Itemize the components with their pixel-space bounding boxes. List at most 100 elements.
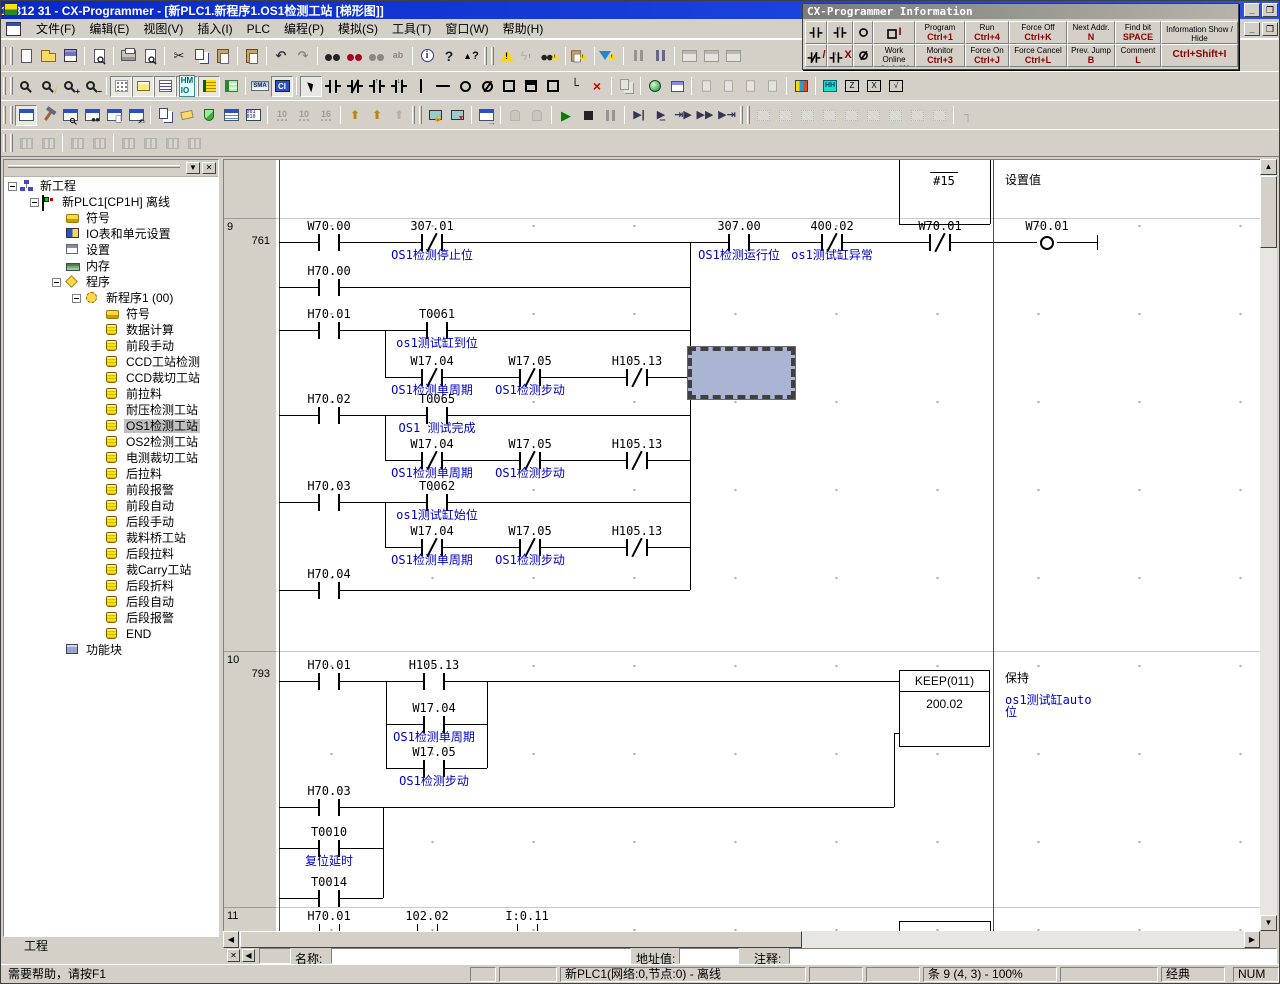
play-button[interactable]: ▶ [555, 105, 577, 126]
toolbar-grip[interactable] [3, 134, 6, 152]
minimize-button[interactable]: _ [1244, 3, 1260, 17]
contact-nc-button[interactable] [344, 76, 366, 97]
contact-H70.03[interactable] [318, 494, 340, 511]
vertical-button[interactable] [410, 76, 432, 97]
window-001-button[interactable]: 001010 [242, 105, 264, 126]
toolbar-grip[interactable] [3, 106, 6, 124]
tree-item-裁Carry工站[interactable]: 裁Carry工站 [4, 562, 218, 578]
sma-table-button[interactable]: SMA [249, 76, 271, 97]
copy-button[interactable] [190, 45, 212, 66]
up-yellow2-button[interactable]: ⬆ [366, 105, 388, 126]
menu-item-2[interactable]: 视图(V) [136, 20, 190, 38]
tree-item-符号[interactable]: 符号 [4, 306, 218, 322]
coil-button[interactable] [454, 76, 476, 97]
window-binoc-button[interactable] [81, 105, 103, 126]
save-disk-button[interactable] [59, 45, 81, 66]
step3-button[interactable]: ⇥▶ [672, 105, 694, 126]
tree-expand-icon[interactable] [52, 278, 61, 287]
vertical-scrollbar[interactable]: ▲ ▼ [1260, 159, 1277, 931]
contact-H70.01[interactable] [318, 322, 340, 339]
menu-item-3[interactable]: 插入(I) [190, 20, 239, 38]
rung-cell[interactable]: 11 [224, 907, 276, 931]
rung-cell[interactable] [224, 160, 276, 218]
coil-nc-button[interactable] [476, 76, 498, 97]
tree-item-前段手动[interactable]: 前段手动 [4, 338, 218, 354]
window-new-button[interactable] [15, 105, 37, 126]
tree-item-裁料桥工站[interactable]: 裁料桥工站 [4, 530, 218, 546]
toolbar-grip[interactable] [740, 106, 743, 124]
window-list-button[interactable] [220, 105, 242, 126]
address-view-button[interactable]: HMIO [176, 76, 198, 97]
toolbar-grip[interactable] [3, 77, 6, 95]
tree-item-前拉料[interactable]: 前拉料 [4, 386, 218, 402]
rung-cell[interactable]: 9761 [224, 218, 276, 651]
tree-item-新程序1 (00)[interactable]: 新程序1 (00) [4, 290, 218, 306]
tree-view-button[interactable] [220, 76, 242, 97]
menu-item-9[interactable]: 帮助(H) [496, 20, 551, 38]
menu-item-4[interactable]: PLC [240, 20, 277, 38]
toolbar-grip[interactable] [10, 47, 13, 65]
tree-item-后段报警[interactable]: 后段报警 [4, 610, 218, 626]
program-view-button[interactable] [790, 76, 812, 97]
tree-item-后段自动[interactable]: 后段自动 [4, 594, 218, 610]
tree-item-电测裁切工站[interactable]: 电测裁切工站 [4, 450, 218, 466]
tree-item-新工程[interactable]: 新工程 [4, 178, 218, 194]
contact-H105.13[interactable] [626, 539, 648, 556]
window-go-button[interactable]: → [475, 105, 497, 126]
zoom-out-button[interactable]: − [81, 76, 103, 97]
tree-item-后段拉料[interactable]: 后段拉料 [4, 546, 218, 562]
contact-H70.01[interactable] [318, 673, 340, 690]
tab-project[interactable]: 工程 [9, 939, 63, 955]
toolbar-grip[interactable] [10, 106, 13, 124]
pause-bars-button[interactable] [649, 45, 671, 66]
toolbar-grip[interactable] [412, 106, 415, 124]
window-prop-button[interactable]: ✍ [125, 105, 147, 126]
grid-button[interactable] [110, 76, 132, 97]
compile-warning-button[interactable] [496, 45, 518, 66]
pin-dropdown-icon[interactable]: ▼ [186, 162, 200, 174]
list-view-button[interactable] [154, 76, 176, 97]
restore-button[interactable]: ❐ [1262, 3, 1278, 17]
contact-W70.01[interactable] [929, 234, 951, 251]
tree-item-功能块[interactable]: 功能块 [4, 642, 218, 658]
information-window-title[interactable]: CX-Programmer Information [803, 4, 1238, 19]
zoom-sel-button[interactable]: / [37, 76, 59, 97]
menu-item-8[interactable]: 窗口(W) [438, 20, 495, 38]
stop-button[interactable] [577, 105, 599, 126]
tree-item-IO表和单元设置[interactable]: IO表和单元设置 [4, 226, 218, 242]
toolbar-grip[interactable] [747, 106, 750, 124]
boxed-x-button[interactable]: X [863, 76, 885, 97]
print-to-file-button[interactable] [88, 45, 110, 66]
child-restore-button[interactable]: ❐ [1262, 22, 1278, 36]
inst-box-button[interactable] [498, 76, 520, 97]
vertical-scroll-thumb[interactable] [1260, 176, 1277, 248]
tree-item-符号[interactable]: 符号 [4, 210, 218, 226]
contact-H70.00[interactable] [318, 279, 340, 296]
pc-lock-button[interactable]: 🔒 [424, 105, 446, 126]
menu-item-5[interactable]: 编程(P) [277, 20, 331, 38]
symbol-bar-back-icon[interactable]: ◀ [242, 949, 255, 962]
hh-monitor-button[interactable]: HH [819, 76, 841, 97]
about-button[interactable]: i [416, 45, 438, 66]
drag-grip[interactable] [8, 165, 180, 168]
address-input[interactable] [679, 948, 739, 964]
boxed-z-button[interactable]: Z [841, 76, 863, 97]
horizontal-button[interactable] [432, 76, 454, 97]
tree-item-前段自动[interactable]: 前段自动 [4, 498, 218, 514]
symbol-bar-close-icon[interactable]: ✕ [227, 949, 240, 962]
tree-item-数据计算[interactable]: 数据计算 [4, 322, 218, 338]
tree-item-END[interactable]: END [4, 626, 218, 642]
contact-dn-button[interactable]: ↓↓ [388, 76, 410, 97]
tree-item-OS2检测工站[interactable]: OS2检测工站 [4, 434, 218, 450]
contact-H105.13[interactable] [626, 452, 648, 469]
scroll-right-icon[interactable]: ▶ [1244, 931, 1260, 948]
find-button[interactable] [321, 45, 343, 66]
tree-item-后段折料[interactable]: 后段折料 [4, 578, 218, 594]
zoom-in-button[interactable]: + [59, 76, 81, 97]
menu-item-1[interactable]: 编辑(E) [82, 20, 136, 38]
pc-transfer-button[interactable]: ▼ [446, 105, 468, 126]
horizontal-scroll-thumb[interactable] [240, 931, 802, 948]
instruction-KEEP(011)[interactable]: KEEP(011)200.02 [899, 670, 990, 747]
paste-button[interactable] [212, 45, 234, 66]
contact-H70.03[interactable] [318, 799, 340, 816]
